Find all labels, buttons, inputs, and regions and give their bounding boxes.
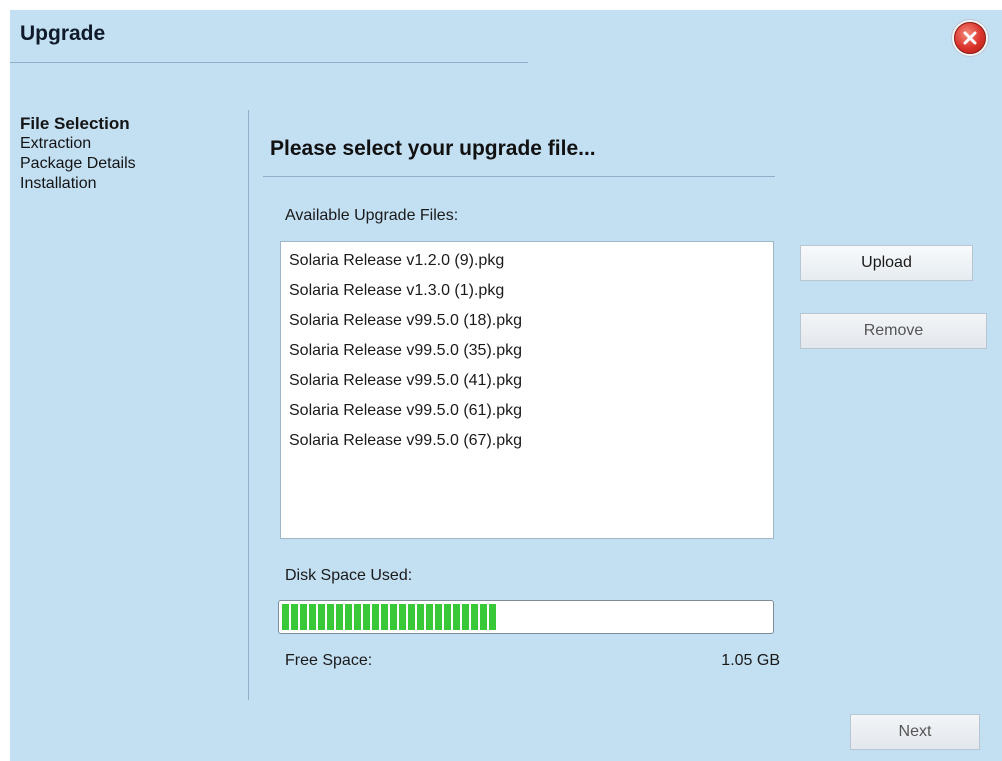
free-space-label: Free Space: — [285, 652, 373, 669]
vertical-divider — [248, 110, 249, 700]
close-icon — [963, 31, 977, 45]
upgrade-file-list[interactable]: Solaria Release v1.2.0 (9).pkg Solaria Re… — [280, 241, 774, 539]
upload-button[interactable]: Upload — [800, 245, 973, 281]
heading-divider — [263, 176, 775, 177]
step-file-selection: File Selection — [20, 114, 130, 133]
step-extraction: Extraction — [20, 135, 92, 152]
page-heading: Please select your upgrade file... — [270, 137, 596, 160]
list-item[interactable]: Solaria Release v99.5.0 (18).pkg — [289, 306, 773, 336]
list-item[interactable]: Solaria Release v99.5.0 (35).pkg — [289, 336, 773, 366]
disk-space-progress-bar — [278, 600, 774, 634]
list-item[interactable]: Solaria Release v99.5.0 (67).pkg — [289, 426, 773, 456]
title-divider — [10, 62, 528, 63]
wizard-steps: File Selection Extraction Package Detail… — [20, 114, 136, 194]
upgrade-dialog: Upgrade File Selection Extraction Packag… — [10, 10, 1002, 761]
close-button[interactable] — [954, 22, 986, 54]
list-item[interactable]: Solaria Release v99.5.0 (61).pkg — [289, 396, 773, 426]
next-button[interactable]: Next — [850, 714, 980, 750]
dialog-title: Upgrade — [20, 22, 106, 45]
disk-space-label: Disk Space Used: — [285, 567, 413, 584]
remove-button[interactable]: Remove — [800, 313, 987, 349]
list-item[interactable]: Solaria Release v1.3.0 (1).pkg — [289, 276, 773, 306]
step-package-details: Package Details — [20, 155, 136, 172]
disk-space-progress-fill — [282, 604, 497, 630]
list-item[interactable]: Solaria Release v99.5.0 (41).pkg — [289, 366, 773, 396]
list-item[interactable]: Solaria Release v1.2.0 (9).pkg — [289, 246, 773, 276]
step-installation: Installation — [20, 175, 97, 192]
free-space-value: 1.05 GB — [721, 652, 780, 669]
available-files-label: Available Upgrade Files: — [285, 207, 459, 224]
